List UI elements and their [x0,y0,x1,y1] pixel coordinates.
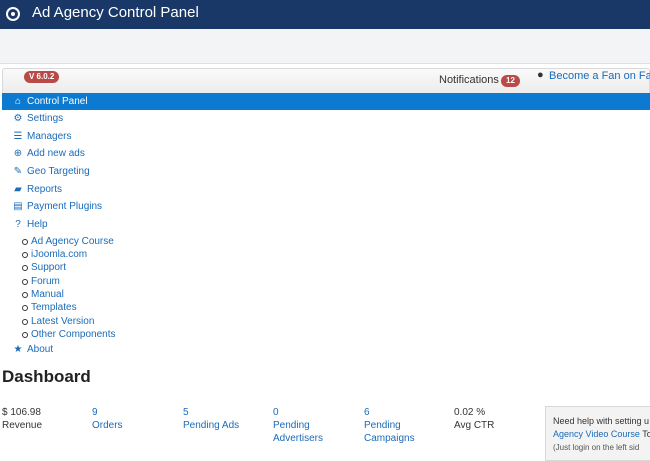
help-item-forum: Forum [22,275,650,288]
nav-label: Payment Plugins [27,201,103,213]
ctr-label: Avg CTR [454,420,495,431]
nav-item-managers[interactable]: ☰ Managers [2,128,650,146]
orders-label[interactable]: Orders [92,419,178,432]
help-link[interactable]: Latest Version [31,316,94,327]
ctr-value: 0.02 % [454,407,486,418]
revenue-value: $ 106.98 [2,407,41,418]
help-submenu: Ad Agency Course iJoomla.com Support For… [2,235,650,341]
app-header: Ad Agency Control Panel [0,0,650,29]
nav-item-reports[interactable]: ▰ Reports [2,181,650,199]
nav-label: Add new ads [27,148,85,160]
pending-campaigns-label[interactable]: Campaigns [364,432,450,445]
pending-advertisers-label[interactable]: Advertisers [273,432,359,445]
stat-avg-ctr: 0.02 % Avg CTR [454,406,540,432]
dashboard-title: Dashboard [2,367,91,386]
pending-ads-label[interactable]: Pending Ads [183,419,269,432]
help-callout-text: Need help with setting u [553,416,650,426]
help-link[interactable]: iJoomla.com [31,249,87,260]
question-icon: ? [15,219,21,231]
reports-icon: ▰ [14,183,22,195]
notifications-count-badge[interactable]: 12 [501,75,520,87]
stat-revenue: $ 106.98 Revenue [2,406,88,432]
pending-ads-value[interactable]: 5 [183,406,269,419]
help-link[interactable]: Support [31,262,66,273]
stat-orders[interactable]: 9 Orders [92,406,178,432]
nav-label: Control Panel [27,96,88,107]
help-link[interactable]: Forum [31,276,60,287]
help-link[interactable]: Other Components [31,329,116,340]
help-item-ad-agency-course: Ad Agency Course [22,235,650,248]
become-fan-link[interactable]: Become a Fan on Fac [549,70,650,82]
help-callout-suffix: To [642,429,650,439]
stat-pending-advertisers[interactable]: 0 Pending Advertisers [273,406,359,445]
help-item-manual: Manual [22,288,650,301]
video-course-link[interactable]: Agency Video Course [553,429,640,439]
pending-campaigns-value[interactable]: 6 [364,406,450,419]
home-icon: ⌂ [14,96,22,107]
info-bar: V 6.0.2 Notifications 12 ● Become a Fan … [2,68,650,93]
nav-item-add-new-ads[interactable]: ⊕ Add new ads [2,145,650,163]
pin-icon: ✎ [13,166,23,178]
help-item-latest-version: Latest Version [22,315,650,328]
nav-label: Settings [27,113,64,124]
toolbar [0,29,650,64]
nav-item-help[interactable]: ? Help [2,216,650,234]
version-badge: V 6.0.2 [24,71,60,83]
nav-item-about[interactable]: ★ About [2,341,650,359]
list-icon: ☰ [13,130,23,142]
help-item-templates: Templates [22,301,650,314]
pending-advertisers-label[interactable]: Pending [273,419,359,432]
help-callout: Need help with setting u Agency Video Co… [545,406,650,461]
pending-campaigns-label[interactable]: Pending [364,419,450,432]
nav-label: Managers [27,130,72,142]
notifications-label[interactable]: Notifications [439,74,499,86]
nav-item-geo-targeting[interactable]: ✎ Geo Targeting [2,163,650,181]
nav-item-settings[interactable]: ⚙ Settings [2,110,650,128]
nav-label: Reports [27,183,63,195]
help-item-support: Support [22,261,650,274]
help-link[interactable]: Ad Agency Course [31,236,114,247]
pending-advertisers-value[interactable]: 0 [273,406,359,419]
gear-icon: ⚙ [13,113,23,124]
nav-label: Help [27,219,48,231]
plus-circle-icon: ⊕ [13,148,23,160]
stat-pending-ads[interactable]: 5 Pending Ads [183,406,269,432]
revenue-label: Revenue [2,420,43,431]
logo-icon [6,7,20,21]
star-icon: ★ [13,344,23,356]
nav-item-control-panel[interactable]: ⌂ Control Panel [2,93,650,110]
nav-label: Geo Targeting [27,166,90,178]
help-item-ijoomla: iJoomla.com [22,248,650,261]
help-callout-link-line: Agency Video Course To [553,428,650,441]
app-title: Ad Agency Control Panel [32,4,199,21]
nav-label: About [27,344,54,356]
bullet-icon: ● [537,69,544,81]
orders-value[interactable]: 9 [92,406,178,419]
stat-pending-campaigns[interactable]: 6 Pending Campaigns [364,406,450,445]
cart-icon: ▤ [13,201,23,213]
help-link[interactable]: Templates [31,302,77,313]
nav-item-payment-plugins[interactable]: ▤ Payment Plugins [2,198,650,216]
sidebar-nav: ⌂ Control Panel ⚙ Settings ☰ Managers ⊕ … [2,93,650,359]
help-item-other-components: Other Components [22,328,650,341]
help-callout-note: (Just login on the left sid [553,443,640,452]
help-link[interactable]: Manual [31,289,64,300]
